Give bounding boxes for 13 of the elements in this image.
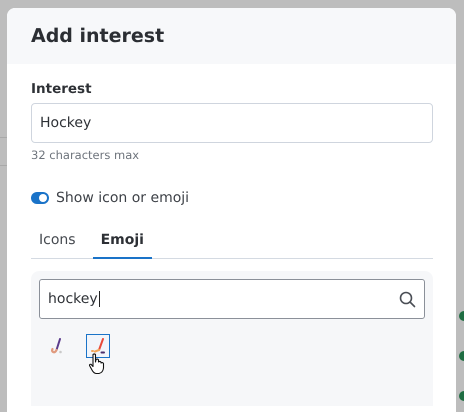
field-label: Interest [31, 81, 93, 97]
search-icon[interactable] [399, 290, 416, 308]
tab[interactable]: Emoji [92, 226, 152, 259]
emoji-search-field[interactable]: hockey [39, 279, 425, 319]
interest-input-field[interactable]: Hockey [31, 103, 433, 143]
toggle-switch[interactable] [31, 192, 49, 204]
dialog-title: Add interest [31, 25, 164, 47]
hand-cursor-icon [88, 353, 106, 375]
ice-hockey-icon [89, 337, 107, 355]
field-hint: 32 characters max [31, 148, 140, 162]
toggle-label: Show icon or emoji [56, 190, 190, 206]
tab[interactable]: Icons [31, 226, 84, 259]
emoji-option[interactable] [86, 334, 110, 358]
